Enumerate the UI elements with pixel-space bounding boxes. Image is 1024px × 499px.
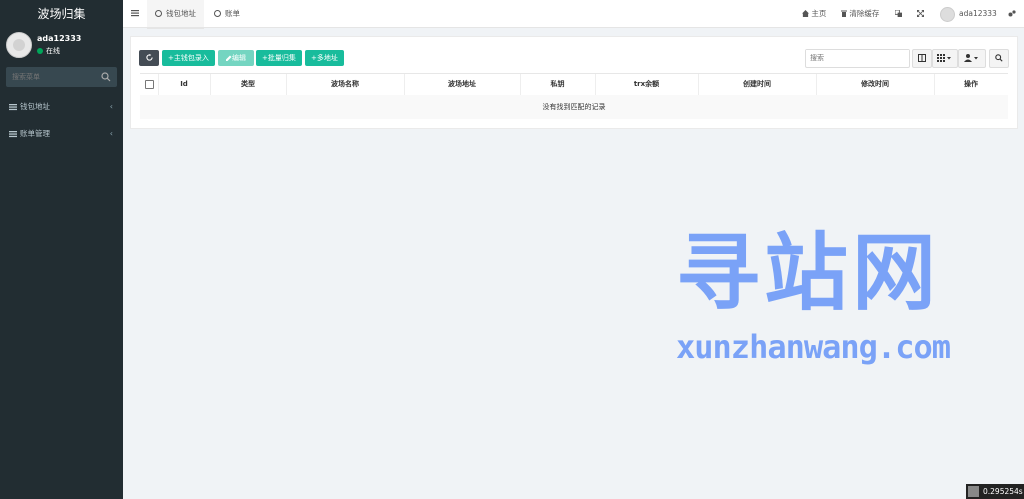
multi-address-button[interactable]: +多地址 [305,50,344,66]
column-header[interactable]: 波场地址 [404,74,521,95]
column-header[interactable]: Id [158,74,211,95]
refresh-icon [145,54,153,61]
list-icon [9,131,17,138]
sidebar-item-wallet[interactable]: 钱包地址 ‹ [0,98,123,116]
column-header[interactable]: 创建时间 [698,74,817,95]
batch-collect-button[interactable]: +批量归集 [256,50,302,66]
fullscreen-icon[interactable] [917,10,924,17]
refresh-button[interactable] [139,50,159,66]
data-table: Id 类型 波场名称 波场地址 私钥 trx余额 创建时间 修改时间 操作 没有… [140,73,1008,119]
select-all-checkbox[interactable] [145,80,154,89]
column-header[interactable]: 类型 [210,74,287,95]
watermark-url: xunzhanwang.com [676,328,951,366]
sidebar-search [6,67,117,87]
user-menu[interactable]: ada12333 [959,0,997,27]
columns-icon [918,54,926,62]
clear-cache-button[interactable]: 清除缓存 [841,0,879,27]
sidebar-item-label: 钱包地址 [20,102,50,111]
user-status: 在线 [37,46,60,56]
select-all-cell [140,74,159,95]
watermark-title: 寻站网 [676,224,941,322]
empty-message: 没有找到匹配的记录 [140,95,1008,119]
home-icon [802,10,809,17]
translate-icon[interactable] [895,10,902,17]
trace-icon [968,486,979,497]
brand-title[interactable]: 波场归集 [0,0,123,28]
sidebar-item-bills[interactable]: 账单管理 ‹ [0,125,123,143]
sidebar-search-input[interactable] [6,67,106,87]
clear-cache-label: 清除缓存 [849,9,880,18]
home-link[interactable]: 主页 [802,0,826,27]
user-panel: ada12333 在线 [0,28,123,68]
tab-label: 账单 [225,9,240,18]
table-search [805,49,910,68]
hamburger-menu-icon[interactable] [131,9,139,17]
column-header[interactable]: 操作 [934,74,1008,95]
column-header[interactable]: 波场名称 [286,74,405,95]
table-header: Id 类型 波场名称 波场地址 私钥 trx余额 创建时间 修改时间 操作 [140,73,1008,96]
export-dropdown-button[interactable] [958,49,986,68]
avatar [6,32,32,58]
tab-circle-icon [214,10,221,17]
edit-button[interactable]: 编辑 [218,50,254,66]
edit-label: 编辑 [232,54,246,62]
table-search-input[interactable] [806,50,909,65]
trash-icon [841,10,847,17]
user-export-icon [964,54,978,62]
top-navbar: 钱包地址 账单 主页 清除缓存 ada12333 [123,0,1024,29]
tab-label: 钱包地址 [166,9,196,18]
grid-icon [937,54,951,62]
advanced-search-button[interactable] [989,49,1009,68]
chevron-left-icon: ‹ [109,102,113,111]
column-header[interactable]: trx余额 [595,74,699,95]
user-name: ada12333 [37,34,82,43]
tab-bills[interactable]: 账单 [206,0,248,27]
search-icon [995,54,1003,62]
online-dot-icon [37,48,43,54]
sidebar-item-label: 账单管理 [20,129,50,138]
page-trace-timer[interactable]: 0.295254s [966,484,1024,499]
user-avatar[interactable] [940,7,955,22]
timer-value: 0.295254s [983,487,1023,496]
tab-circle-icon [155,10,162,17]
list-icon [9,104,17,111]
navbar-username: ada12333 [959,9,997,18]
content-panel: +主钱包录入 编辑 +批量归集 +多地址 Id 类型 波场名称 波场地址 私钥 … [130,36,1018,129]
toggle-view-button[interactable] [912,49,932,68]
add-main-wallet-button[interactable]: +主钱包录入 [162,50,215,66]
gears-icon[interactable] [1008,10,1016,17]
chevron-left-icon: ‹ [109,129,113,138]
sidebar: 波场归集 ada12333 在线 钱包地址 ‹ 账单管理 ‹ [0,0,123,499]
search-icon[interactable] [101,72,111,82]
column-header[interactable]: 私钥 [520,74,596,95]
column-header[interactable]: 修改时间 [816,74,935,95]
home-label: 主页 [811,9,827,18]
user-status-label: 在线 [46,47,60,55]
tab-wallet[interactable]: 钱包地址 [147,0,204,29]
columns-dropdown-button[interactable] [932,49,958,68]
